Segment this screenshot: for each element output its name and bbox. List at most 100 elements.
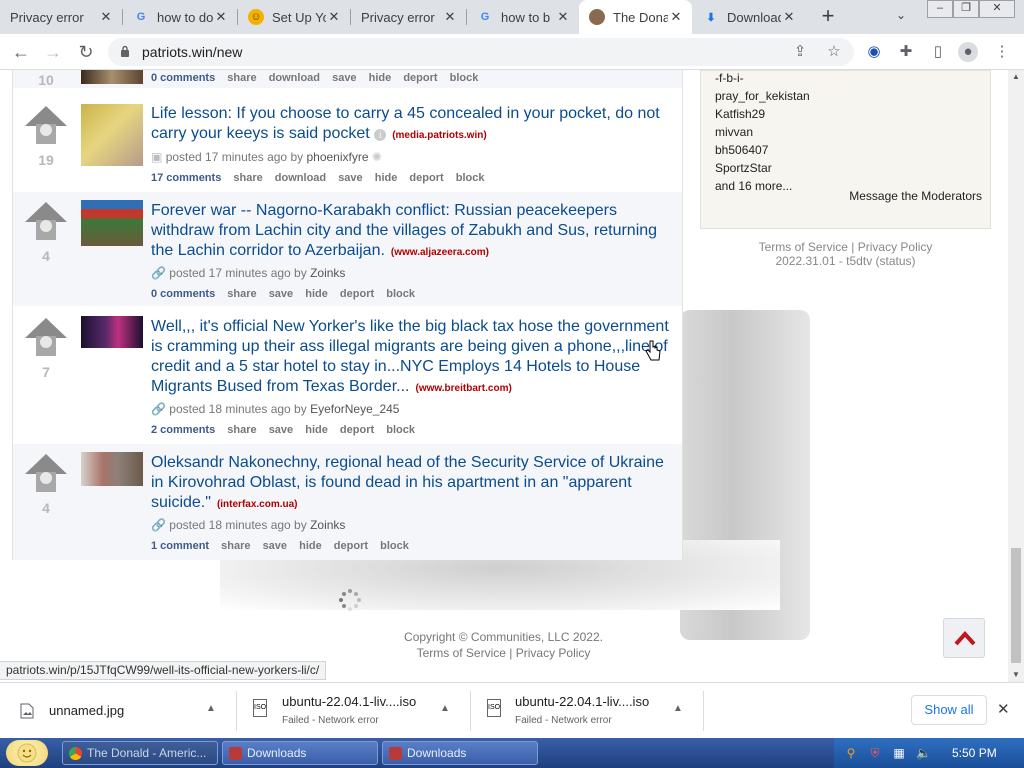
tab-close-icon[interactable]: ✕ [781, 9, 797, 25]
block-link[interactable]: block [380, 540, 409, 552]
deport-link[interactable]: deport [340, 424, 374, 436]
tab-google-search-2[interactable]: G how to b ✕ [467, 0, 579, 34]
moderator-link[interactable]: SportzStar [715, 161, 772, 175]
comments-link[interactable]: 1 comment [151, 540, 209, 552]
page-scrollbar[interactable]: ▲ ▼ [1008, 70, 1024, 682]
taskbar-item-downloads-1[interactable]: Downloads [222, 741, 378, 765]
footer-terms-link[interactable]: Terms of Service [417, 646, 506, 660]
moderator-link[interactable]: mivvan [715, 125, 753, 139]
tab-close-icon[interactable]: ✕ [555, 9, 571, 25]
post-author[interactable]: Zoinks [310, 266, 345, 280]
block-link[interactable]: block [386, 288, 415, 300]
download-link[interactable]: download [269, 72, 320, 84]
moderator-link[interactable]: bh506407 [715, 143, 768, 157]
comments-link[interactable]: 2 comments [151, 424, 215, 436]
tab-setup[interactable]: ☺ Set Up Yo ✕ [238, 0, 350, 34]
tab-search-chevron-icon[interactable]: ⌄ [896, 8, 906, 22]
upvote-arrow-icon[interactable] [23, 104, 69, 146]
save-link[interactable]: save [338, 172, 362, 184]
block-link[interactable]: block [456, 172, 485, 184]
share-link[interactable]: share [227, 288, 256, 300]
tab-google-search-1[interactable]: G how to do ✕ [123, 0, 237, 34]
extensions-puzzle-icon[interactable]: ✚ [896, 42, 916, 62]
post-title[interactable]: Well,,, it's official New Yorker's like … [151, 317, 676, 399]
security-alert-icon[interactable]: ⛨ [868, 746, 882, 760]
tab-close-icon[interactable]: ✕ [326, 9, 342, 25]
chevron-up-icon[interactable]: ▲ [673, 703, 683, 714]
deport-link[interactable]: deport [334, 540, 368, 552]
comments-link[interactable]: 0 comments [151, 72, 215, 84]
post-thumbnail[interactable] [81, 452, 143, 486]
post-domain[interactable]: (www.aljazeera.com) [391, 247, 489, 258]
post-title-text[interactable]: Well,,, it's official New Yorker's like … [151, 318, 669, 395]
footer-privacy-link[interactable]: Privacy Policy [516, 646, 591, 660]
post-title[interactable]: Forever war -- Nagorno-Karabakh conflict… [151, 201, 676, 263]
post-domain[interactable]: (media.patriots.win) [392, 130, 486, 141]
scroll-down-arrow-icon[interactable]: ▼ [1012, 670, 1020, 679]
hide-link[interactable]: hide [305, 288, 328, 300]
moderator-link[interactable]: pray_for_kekistan [715, 89, 810, 103]
hide-link[interactable]: hide [299, 540, 322, 552]
block-link[interactable]: block [450, 72, 479, 84]
chevron-up-icon[interactable]: ▲ [206, 703, 216, 714]
post-author[interactable]: EyeforNeye_245 [310, 402, 399, 416]
hide-link[interactable]: hide [375, 172, 398, 184]
back-button[interactable]: ← [10, 41, 32, 63]
moderator-link[interactable]: Katfish29 [715, 107, 765, 121]
deport-link[interactable]: deport [340, 288, 374, 300]
post-domain[interactable]: (interfax.com.ua) [217, 499, 298, 510]
close-downloads-bar-icon[interactable]: ✕ [997, 700, 1010, 718]
download-item[interactable]: ISO ubuntu-22.04.1-liv....iso Failed - N… [237, 683, 470, 739]
tab-close-icon[interactable]: ✕ [442, 9, 458, 25]
taskbar-item-downloads-2[interactable]: Downloads [382, 741, 538, 765]
share-icon[interactable]: ⇪ [790, 42, 810, 62]
restore-button[interactable]: ❐ [953, 0, 979, 18]
network-icon[interactable]: ▦ [892, 746, 906, 760]
deport-link[interactable]: deport [409, 172, 443, 184]
deport-link[interactable]: deport [403, 72, 437, 84]
forward-button[interactable]: → [42, 41, 64, 63]
window-close-button[interactable]: ✕ [979, 0, 1015, 18]
share-link[interactable]: share [233, 172, 262, 184]
share-link[interactable]: share [227, 424, 256, 436]
new-tab-button[interactable]: + [816, 5, 840, 29]
scroll-to-top-button[interactable] [943, 618, 985, 658]
post-domain[interactable]: (www.breitbart.com) [415, 383, 511, 394]
upvote-arrow-icon[interactable] [23, 316, 69, 358]
download-item[interactable]: ISO ubuntu-22.04.1-liv....iso Failed - N… [471, 683, 703, 739]
tab-the-donald[interactable]: The Donald ✕ [579, 0, 692, 34]
post-thumbnail[interactable] [81, 70, 143, 84]
tab-close-icon[interactable]: ✕ [668, 9, 684, 25]
start-button[interactable] [6, 740, 48, 766]
reload-button[interactable]: ↻ [75, 41, 97, 63]
vpn-globe-icon[interactable]: ◉ [864, 42, 884, 62]
post-title[interactable]: Life lesson: If you choose to carry a 45… [151, 104, 676, 146]
terms-link[interactable]: Terms of Service [759, 240, 848, 254]
taskbar-clock[interactable]: 5:50 PM [952, 746, 997, 760]
volume-icon[interactable]: 🔈 [916, 746, 931, 760]
post-thumbnail[interactable] [81, 104, 143, 166]
menu-kebab-icon[interactable]: ⋮ [992, 42, 1012, 62]
comments-link[interactable]: 0 comments [151, 288, 215, 300]
side-panel-icon[interactable]: ▯ [928, 42, 948, 62]
message-moderators-link[interactable]: Message the Moderators [849, 189, 982, 203]
save-link[interactable]: save [269, 424, 293, 436]
url-text[interactable]: patriots.win/new [142, 44, 242, 60]
scrollbar-thumb[interactable] [1011, 548, 1021, 663]
taskbar-item-chrome[interactable]: The Donald - Americ... [62, 741, 218, 765]
tab-downloads[interactable]: ⬇ Downloads ✕ [693, 0, 805, 34]
post-author[interactable]: phoenixfyre [306, 150, 368, 164]
post-title[interactable]: Oleksandr Nakonechny, regional head of t… [151, 453, 676, 515]
version-text[interactable]: 2022.31.01 - t5dtv (status) [700, 254, 991, 268]
save-link[interactable]: save [263, 540, 287, 552]
search-tray-icon[interactable]: ⚲ [844, 746, 858, 760]
hide-link[interactable]: hide [369, 72, 392, 84]
lock-icon[interactable] [120, 45, 130, 57]
tab-privacy-error-1[interactable]: Privacy error ✕ [0, 0, 122, 34]
bookmark-star-icon[interactable]: ☆ [824, 42, 844, 62]
upvote-arrow-icon[interactable] [23, 452, 69, 494]
upvote-arrow-icon[interactable] [23, 200, 69, 242]
download-link[interactable]: download [275, 172, 326, 184]
share-link[interactable]: share [221, 540, 250, 552]
comments-link[interactable]: 17 comments [151, 172, 221, 184]
